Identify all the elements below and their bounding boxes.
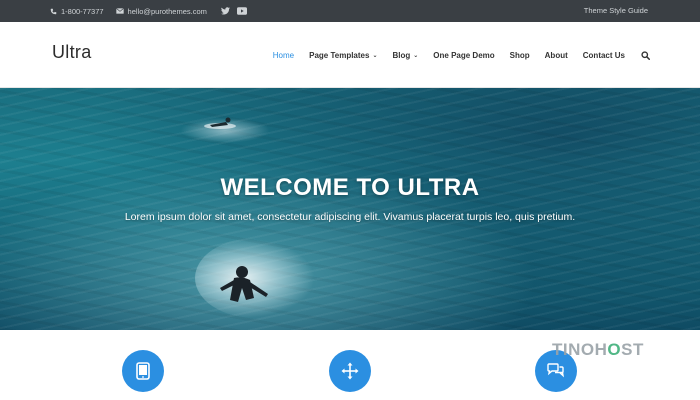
nav-item-about[interactable]: About (545, 51, 568, 60)
phone-icon (50, 8, 57, 14)
watermark-o: O (607, 340, 622, 359)
hero-subtitle: Lorem ipsum dolor sit amet, consectetur … (124, 211, 576, 223)
email-address: hello@purothemes.com (127, 6, 207, 16)
top-bar: 1-800-77377 hello@purothemes.com Theme S… (0, 0, 700, 22)
move-arrows-icon (341, 362, 359, 380)
nav-item-one-page-demo[interactable]: One Page Demo (433, 51, 494, 60)
tinohost-watermark: TINOHOST (552, 340, 644, 360)
main-nav: Home Page Templates ⌄ Blog ⌄ One Page De… (258, 22, 650, 88)
surfer-near-image (220, 266, 268, 302)
nav-item-contact-us[interactable]: Contact Us (583, 51, 625, 60)
nav-item-shop[interactable]: Shop (510, 51, 530, 60)
twitter-icon[interactable] (220, 7, 230, 15)
watermark-text-end: ST (621, 340, 644, 359)
watermark-text: TINOH (552, 340, 608, 359)
nav-item-page-templates[interactable]: Page Templates ⌄ (309, 51, 377, 60)
youtube-icon[interactable] (236, 7, 247, 15)
nav-label: About (544, 50, 568, 60)
nav-label: Page Templates (309, 50, 370, 60)
email-item[interactable]: hello@purothemes.com (115, 6, 207, 16)
nav-label: Blog (392, 50, 411, 60)
style-guide-link[interactable]: Theme Style Guide (584, 0, 648, 22)
site-logo[interactable]: Ultra (52, 42, 92, 63)
chat-bubbles-icon (547, 363, 565, 378)
feature-tablet-button[interactable] (122, 350, 164, 392)
hero-title: WELCOME TO ULTRA (220, 174, 480, 201)
search-icon[interactable] (641, 50, 650, 60)
nav-label: Shop (509, 50, 530, 60)
nav-label: Contact Us (582, 50, 625, 60)
tablet-icon (136, 362, 150, 380)
surfer-far-image (204, 117, 236, 129)
hero-banner: WELCOME TO ULTRA Lorem ipsum dolor sit a… (0, 88, 700, 330)
envelope-icon (115, 8, 124, 14)
social-links (220, 7, 254, 15)
feature-move-button[interactable] (329, 350, 371, 392)
chevron-down-icon: ⌄ (413, 52, 419, 59)
ocean-background (0, 88, 700, 330)
nav-item-blog[interactable]: Blog ⌄ (392, 51, 418, 60)
phone-item[interactable]: 1-800-77377 (50, 7, 104, 16)
phone-number: 1-800-77377 (61, 6, 104, 16)
chevron-down-icon: ⌄ (372, 52, 378, 59)
site-header: Ultra Home Page Templates ⌄ Blog ⌄ One P… (0, 22, 700, 88)
nav-label: Home (272, 50, 295, 60)
nav-label: One Page Demo (433, 50, 495, 60)
nav-item-home[interactable]: Home (273, 51, 294, 60)
contact-info: 1-800-77377 hello@purothemes.com (50, 7, 254, 16)
